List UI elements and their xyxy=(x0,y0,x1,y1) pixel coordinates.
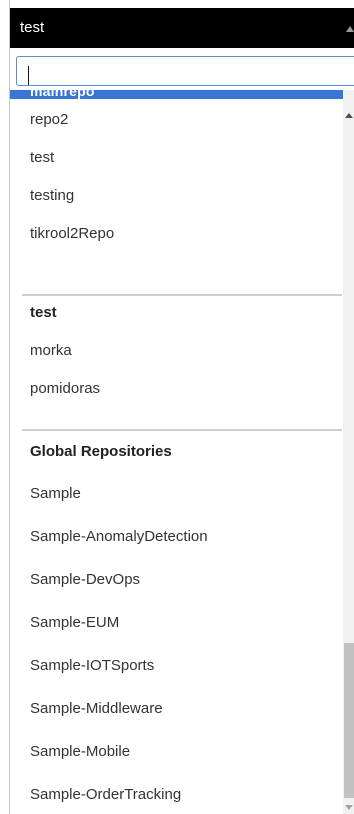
list-item[interactable]: Sample-AnomalyDetection xyxy=(10,518,344,556)
list-item[interactable]: Sample-EUM xyxy=(10,604,344,642)
list-item[interactable]: pomidoras xyxy=(10,370,344,408)
list-item[interactable]: repo2 xyxy=(10,101,344,139)
vertical-scrollbar[interactable] xyxy=(343,90,354,814)
highlighted-option[interactable]: mainrepo xyxy=(10,90,344,99)
chevron-up-icon[interactable] xyxy=(346,26,354,32)
list-item[interactable]: morka xyxy=(10,332,344,370)
list-item[interactable]: Sample-Mobile xyxy=(10,733,344,771)
group-divider xyxy=(22,429,342,431)
group-label-test: test xyxy=(30,304,57,321)
repository-dropdown[interactable]: test mainrepo repo2 test testing tikrool… xyxy=(9,0,354,814)
list-item[interactable]: tikrool2Repo xyxy=(10,215,344,253)
list-item[interactable]: Sample-DevOps xyxy=(10,561,344,599)
highlighted-option-label: mainrepo xyxy=(30,90,95,99)
list-item[interactable]: test xyxy=(10,139,344,177)
scrollbar-thumb[interactable] xyxy=(344,643,354,798)
text-cursor xyxy=(28,66,29,85)
repository-select[interactable]: test xyxy=(10,8,354,48)
scroll-up-arrow-icon[interactable] xyxy=(345,113,353,118)
search-input[interactable] xyxy=(16,56,354,86)
scroll-down-arrow-icon[interactable] xyxy=(345,805,353,810)
results-list[interactable]: mainrepo repo2 test testing tikrool2Repo… xyxy=(10,90,354,814)
search-area xyxy=(10,48,354,90)
list-item[interactable]: Sample-OrderTracking xyxy=(10,776,344,814)
list-item[interactable]: Sample-Middleware xyxy=(10,690,344,728)
group-label-global-repositories: Global Repositories xyxy=(30,443,172,460)
list-item[interactable]: testing xyxy=(10,177,344,215)
selected-value: test xyxy=(20,19,45,36)
list-item[interactable]: Sample xyxy=(10,475,344,513)
list-item[interactable]: Sample-IOTSports xyxy=(10,647,344,685)
